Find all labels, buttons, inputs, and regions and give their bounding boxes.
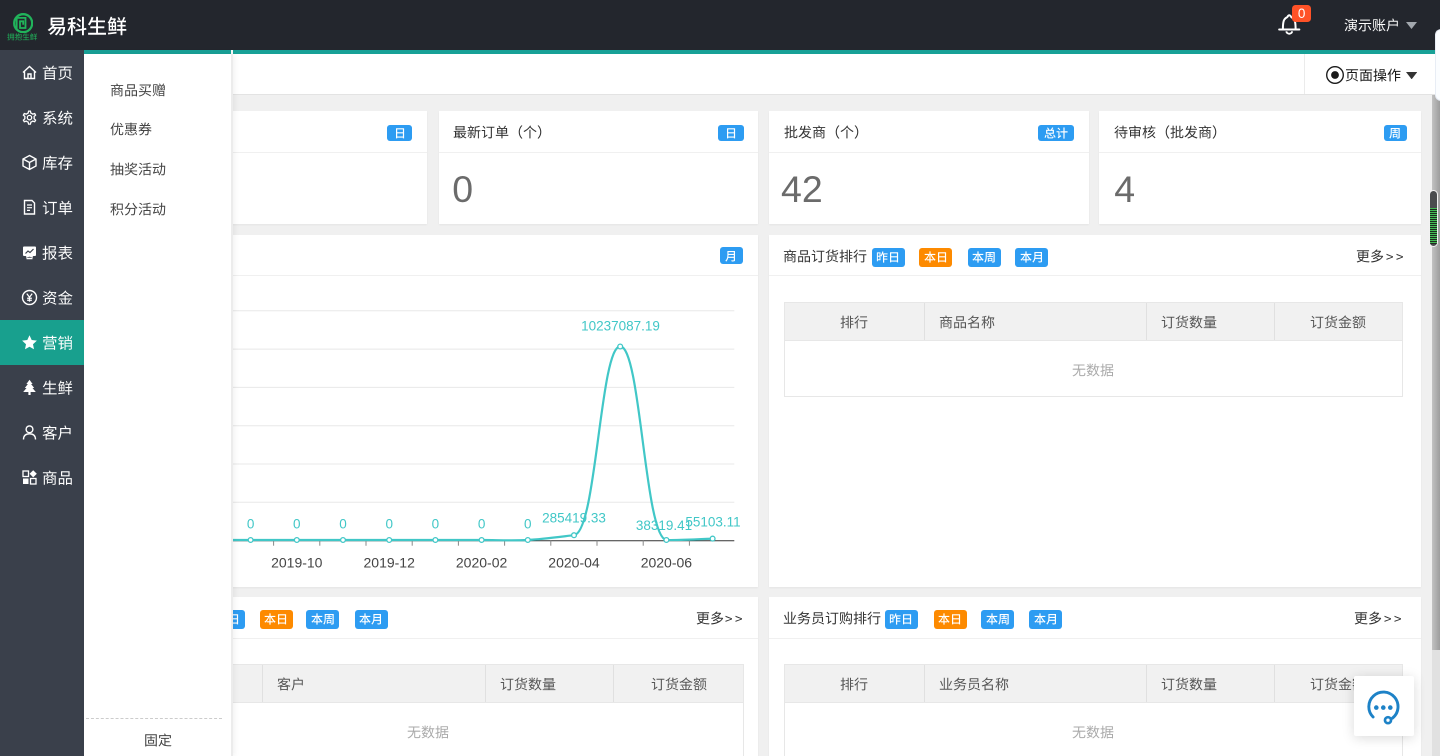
svg-text:2019-10: 2019-10 (271, 555, 323, 571)
svg-text:0: 0 (478, 517, 486, 532)
svg-text:0: 0 (247, 517, 255, 532)
svg-text:0: 0 (432, 517, 440, 532)
svg-text:2019-12: 2019-12 (364, 555, 416, 571)
svg-text:0: 0 (524, 517, 532, 532)
svg-text:0: 0 (385, 517, 393, 532)
svg-text:38319.41: 38319.41 (636, 518, 692, 533)
svg-text:55103.11: 55103.11 (685, 515, 740, 530)
svg-text:10237087.19: 10237087.19 (581, 319, 660, 334)
svg-text:0: 0 (339, 517, 347, 532)
svg-text:0: 0 (293, 517, 301, 532)
svg-text:2020-06: 2020-06 (641, 555, 693, 571)
svg-text:2020-02: 2020-02 (456, 555, 508, 571)
svg-text:285419.33: 285419.33 (542, 511, 606, 526)
svg-text:2020-04: 2020-04 (548, 555, 600, 571)
